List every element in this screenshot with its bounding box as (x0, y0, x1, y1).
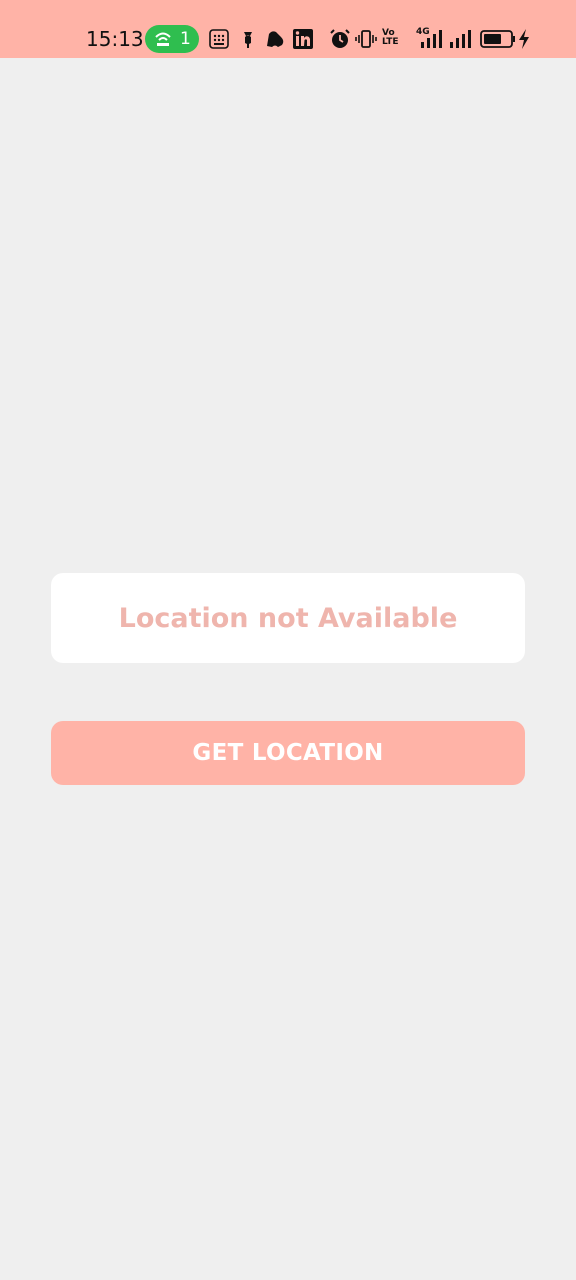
linkedin-icon (293, 29, 313, 49)
signal-icon (421, 30, 442, 48)
hotspot-icon (155, 32, 171, 46)
vibrate-icon (355, 30, 377, 48)
status-bar: 15:13 1 Vo LTE 4G (0, 0, 576, 58)
alarm-icon (330, 29, 350, 48)
location-card: Location not Available (51, 573, 525, 663)
hotspot-count: 1 (180, 29, 191, 49)
battery-icon (480, 30, 515, 48)
get-location-button[interactable]: GET LOCATION (51, 721, 525, 785)
charging-icon (519, 29, 529, 49)
volte-label-bottom: LTE (382, 37, 399, 47)
location-status-text: Location not Available (118, 602, 458, 634)
hotspot-indicator[interactable]: 1 (145, 25, 199, 53)
calculator-icon (209, 29, 229, 49)
volte-icon: Vo LTE (382, 29, 399, 47)
status-time: 15:13 (86, 27, 144, 51)
app-icon (267, 31, 284, 47)
notification-icon (244, 32, 252, 48)
signal-icon (450, 30, 471, 48)
